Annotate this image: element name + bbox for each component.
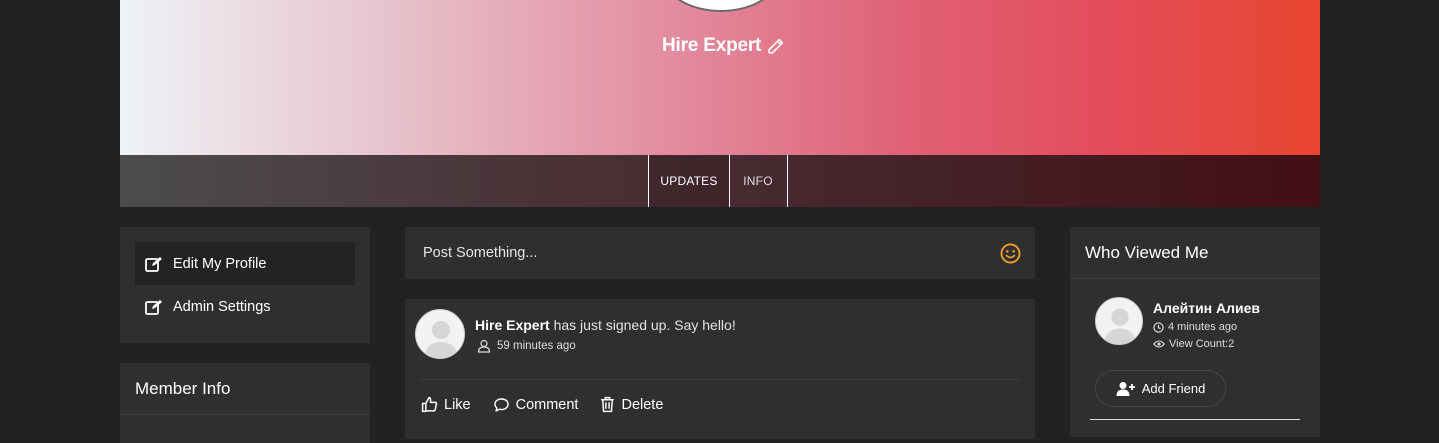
like-label: Like bbox=[444, 396, 471, 413]
thumbs-up-icon bbox=[421, 396, 438, 413]
viewer-time: 4 minutes ago bbox=[1153, 321, 1260, 333]
add-user-icon bbox=[1116, 381, 1136, 397]
comment-label: Comment bbox=[515, 396, 579, 413]
activity-feed: Hire Expert has just signed up. Say hell… bbox=[405, 299, 1035, 439]
clock-icon bbox=[1153, 321, 1164, 333]
feed-actions: Like Comment Delete bbox=[415, 380, 1025, 413]
viewer-view-count: View Count:2 bbox=[1153, 338, 1260, 350]
pencil-icon[interactable] bbox=[767, 38, 784, 55]
eye-icon bbox=[1153, 339, 1165, 349]
who-viewed-panel: Who Viewed Me Алейтин Алиев 4 minutes ag… bbox=[1070, 227, 1320, 437]
profile-cover bbox=[120, 0, 1320, 155]
avatar[interactable] bbox=[415, 309, 465, 359]
menu-item-label: Edit My Profile bbox=[173, 255, 267, 272]
delete-label: Delete bbox=[621, 396, 664, 413]
profile-name: Hire Expert bbox=[662, 35, 762, 56]
menu-item-label: Admin Settings bbox=[173, 298, 271, 315]
profile-menu: Edit My Profile Admin Settings bbox=[120, 227, 370, 343]
avatar[interactable] bbox=[1095, 297, 1143, 345]
viewer-time-text: 4 minutes ago bbox=[1168, 321, 1238, 333]
user-icon bbox=[477, 339, 491, 353]
add-friend-label: Add Friend bbox=[1141, 381, 1206, 396]
member-info-title: Member Info bbox=[120, 363, 370, 415]
member-info-panel: Member Info bbox=[120, 363, 370, 443]
feed-user-link[interactable]: Hire Expert bbox=[475, 317, 550, 333]
profile-tabbar: UPDATES INFO bbox=[120, 155, 1320, 207]
feed-time-text: 59 minutes ago bbox=[497, 340, 576, 352]
edit-icon bbox=[145, 299, 163, 315]
divider bbox=[1090, 419, 1300, 420]
like-button[interactable]: Like bbox=[421, 396, 471, 413]
tab-info[interactable]: INFO bbox=[729, 155, 788, 207]
edit-icon bbox=[145, 256, 163, 272]
smiley-icon[interactable] bbox=[1000, 243, 1021, 264]
comment-icon bbox=[493, 397, 510, 413]
edit-my-profile-link[interactable]: Edit My Profile bbox=[135, 242, 355, 285]
viewer-item: Алейтин Алиев 4 minutes ago View Count:2 bbox=[1070, 279, 1320, 350]
admin-settings-link[interactable]: Admin Settings bbox=[135, 285, 355, 328]
comment-button[interactable]: Comment bbox=[493, 396, 579, 413]
add-friend-button[interactable]: Add Friend bbox=[1095, 370, 1226, 407]
viewer-name[interactable]: Алейтин Алиев bbox=[1153, 297, 1260, 316]
delete-button[interactable]: Delete bbox=[600, 396, 663, 413]
tab-updates[interactable]: UPDATES bbox=[648, 155, 730, 207]
feed-message: Hire Expert has just signed up. Say hell… bbox=[475, 309, 736, 333]
view-count-text: View Count:2 bbox=[1169, 338, 1235, 350]
who-viewed-title: Who Viewed Me bbox=[1070, 227, 1320, 279]
post-composer[interactable]: Post Something... bbox=[405, 227, 1035, 279]
post-input-placeholder[interactable]: Post Something... bbox=[423, 245, 537, 261]
profile-name-header: Hire Expert bbox=[662, 35, 784, 57]
trash-icon bbox=[600, 396, 615, 413]
feed-item: Hire Expert has just signed up. Say hell… bbox=[415, 309, 1025, 359]
feed-message-text: has just signed up. Say hello! bbox=[549, 317, 736, 333]
feed-timestamp: 59 minutes ago bbox=[477, 339, 736, 353]
